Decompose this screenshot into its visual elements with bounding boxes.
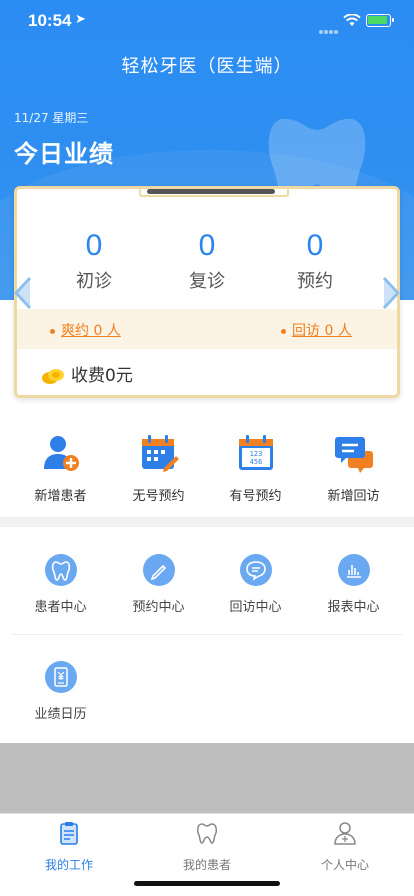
- grid-divider: [12, 634, 402, 635]
- signal-icon: [319, 19, 341, 34]
- battery-icon: [366, 14, 394, 27]
- carousel-next-arrow-icon[interactable]: [382, 276, 400, 310]
- tooth-tab-icon: [197, 823, 217, 844]
- stat-first-visit[interactable]: 0 初诊: [39, 229, 149, 293]
- stat-value: 0: [85, 229, 103, 262]
- page-title: 轻松牙医（医生端）: [121, 56, 293, 77]
- calendar-number-icon: 123 456: [238, 435, 273, 470]
- performance-title: 今日业绩: [14, 140, 114, 168]
- add-revisit-button[interactable]: 新增回访: [302, 425, 405, 504]
- carousel-prev-arrow-icon[interactable]: [14, 276, 32, 310]
- location-arrow-icon: ➤: [75, 12, 86, 27]
- stat-appointment[interactable]: 0 预约: [260, 229, 370, 293]
- coins-icon: [42, 369, 64, 384]
- svg-text:123: 123: [249, 450, 262, 458]
- tooth-icon: [44, 554, 77, 586]
- date-label: 11/27 星期三: [14, 111, 89, 125]
- section-divider: [0, 517, 414, 527]
- wifi-icon: [343, 14, 361, 26]
- stat-label: 初诊: [76, 271, 112, 292]
- home-indicator[interactable]: [134, 881, 280, 886]
- stat-value: 0: [198, 229, 216, 262]
- fee-summary: 收费0元: [41, 361, 133, 386]
- work-clipboard-icon: [60, 822, 78, 845]
- stat-value: 0: [306, 229, 324, 262]
- svg-text:456: 456: [249, 458, 262, 466]
- stat-label: 复诊: [189, 271, 225, 292]
- calendar-edit-icon: [141, 435, 179, 472]
- summary-band: 爽约 0 人 回访 0 人: [17, 309, 397, 349]
- appointment-center-button[interactable]: 预约中心: [107, 554, 210, 615]
- add-patient-icon: [43, 436, 79, 471]
- numbered-appointment-button[interactable]: 123 456 有号预约: [204, 425, 307, 504]
- tab-my-work[interactable]: 我的工作: [0, 820, 138, 873]
- performance-calendar-button[interactable]: 业绩日历: [9, 661, 112, 722]
- revisit-center-button[interactable]: 回访中心: [204, 554, 307, 615]
- stat-follow-up[interactable]: 0 复诊: [152, 229, 262, 293]
- bar-chart-icon: [337, 554, 370, 586]
- stat-label: 预约: [297, 271, 333, 292]
- tab-personal-center[interactable]: 个人中心: [276, 820, 414, 873]
- stats-card[interactable]: 0 初诊 0 复诊 0 预约 爽约 0 人 回访 0 人 收费0元: [14, 186, 400, 398]
- overlay-area: [0, 743, 414, 813]
- unnumbered-appointment-button[interactable]: 无号预约: [107, 425, 210, 504]
- chat-bubbles-icon: [334, 437, 373, 473]
- status-bar: 10:54 ➤: [0, 0, 414, 44]
- add-patient-button[interactable]: 新增患者: [9, 425, 112, 504]
- quick-actions: 新增患者 无号预约 123 456 有号预约 新增回访: [0, 425, 414, 505]
- status-time: 10:54: [28, 11, 72, 30]
- patient-center-button[interactable]: 患者中心: [9, 554, 112, 615]
- doctor-avatar-icon: [334, 822, 356, 845]
- tab-my-patients[interactable]: 我的患者: [138, 820, 276, 873]
- card-handle: [139, 189, 289, 197]
- no-show-link[interactable]: 爽约 0 人: [50, 320, 121, 340]
- yen-document-icon: [44, 661, 77, 693]
- report-center-button[interactable]: 报表中心: [302, 554, 405, 615]
- pencil-icon: [142, 554, 175, 586]
- revisit-link[interactable]: 回访 0 人: [281, 320, 352, 340]
- message-icon: [239, 554, 272, 586]
